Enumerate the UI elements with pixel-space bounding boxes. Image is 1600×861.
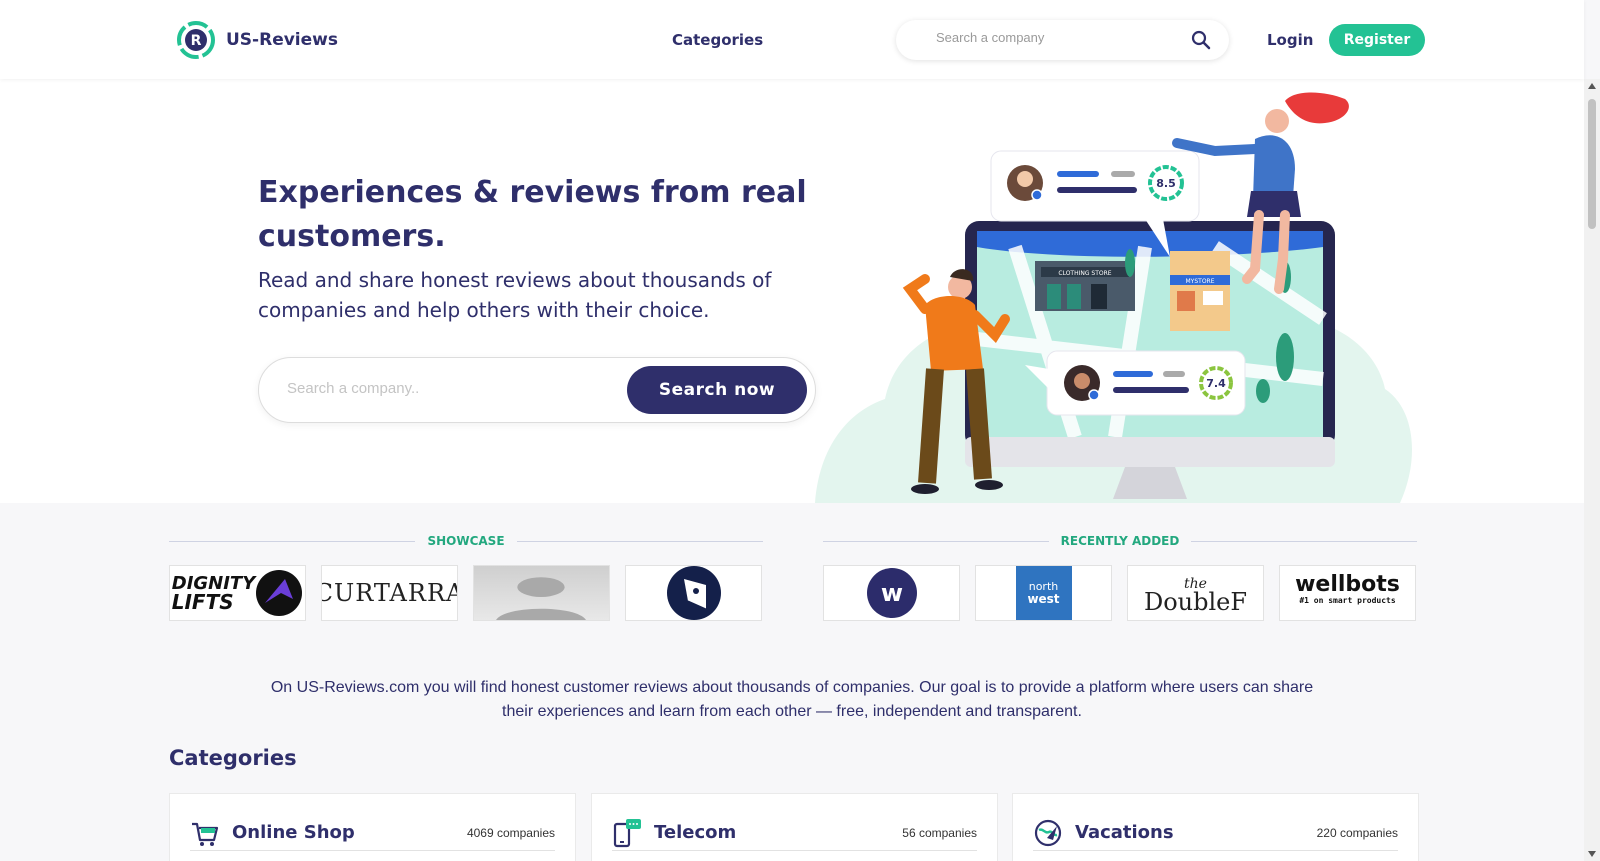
scroll-up-arrow-icon[interactable] xyxy=(1588,83,1596,89)
category-name: Telecom xyxy=(654,822,737,843)
login-link[interactable]: Login xyxy=(1267,31,1313,49)
recent-logo-1[interactable]: w xyxy=(823,565,960,621)
north-west-logo: north west xyxy=(1015,566,1072,620)
wellbots-line1: wellbots xyxy=(1295,572,1400,597)
showcase-logo-2[interactable]: CURTARRA xyxy=(321,565,458,621)
wellbots-line2: #1 on smart products xyxy=(1299,596,1396,605)
category-card-online-shop[interactable]: Online Shop 4069 companies xyxy=(169,793,576,861)
hero-section: Experiences & reviews from real customer… xyxy=(0,79,1584,503)
logo-mark-icon: R xyxy=(177,21,215,59)
category-count: 220 companies xyxy=(1316,826,1398,840)
intro-paragraph: On US-Reviews.com you will find honest c… xyxy=(270,679,1314,720)
logo-letter: R xyxy=(191,33,202,49)
scrollbar-thumb[interactable] xyxy=(1588,99,1596,229)
scroll-down-arrow-icon[interactable] xyxy=(1588,851,1596,857)
shopping-cart-icon xyxy=(192,822,219,846)
dignity-lifts-logo: DIGNITY LIFTS xyxy=(172,569,304,617)
clothing-store-sign: CLOTHING STORE xyxy=(1058,270,1111,277)
showcase-logo-4[interactable] xyxy=(625,565,762,621)
hero-title: Experiences & reviews from real customer… xyxy=(258,175,807,254)
category-count: 56 companies xyxy=(902,826,977,840)
category-divider xyxy=(1033,850,1398,851)
curtarra-logo: CURTARRA xyxy=(321,579,458,607)
hero-search-input[interactable] xyxy=(287,380,607,397)
hero-search-box[interactable]: Search now xyxy=(258,357,816,423)
bird-circle-logo-icon xyxy=(666,566,721,620)
recent-logo-3[interactable]: the DoubleF xyxy=(1127,565,1264,621)
hero-subtitle: Read and share honest reviews about thou… xyxy=(258,268,772,322)
logo[interactable]: R US-Reviews xyxy=(176,20,338,60)
search-icon[interactable] xyxy=(1191,30,1211,50)
hero-illustration: CLOTHING STORE MYSTORE 8.5 7.4 xyxy=(815,92,1412,503)
rating-badge-1: 8.5 xyxy=(1156,177,1176,190)
search-now-button[interactable]: Search now xyxy=(627,366,807,414)
recently-added-label: RECENTLY ADDED xyxy=(1060,534,1180,548)
recent-logo-4[interactable]: wellbots #1 on smart products xyxy=(1279,565,1416,621)
globe-plane-icon xyxy=(1034,819,1062,847)
w-circle-logo-icon: w xyxy=(866,568,917,618)
header-search-box[interactable] xyxy=(896,20,1229,60)
w-circle-letter: w xyxy=(880,579,902,607)
recent-logo-2[interactable]: north west xyxy=(975,565,1112,621)
north-west-line2: west xyxy=(1027,592,1060,606)
showcase-logo-1[interactable]: DIGNITY LIFTS xyxy=(169,565,306,621)
placeholder-avatar-icon xyxy=(496,577,586,620)
site-header: R US-Reviews Categories Login Register xyxy=(0,0,1584,79)
the-double-f-logo: the DoubleF xyxy=(1143,575,1248,616)
rating-badge-2: 7.4 xyxy=(1206,377,1226,390)
category-divider xyxy=(190,850,555,851)
category-card-vacations[interactable]: Vacations 220 companies xyxy=(1012,793,1419,861)
recently-added-heading: RECENTLY ADDED xyxy=(823,534,1417,548)
register-button[interactable]: Register xyxy=(1329,24,1425,56)
showcase-label: SHOWCASE xyxy=(427,534,505,548)
dignity-lifts-emblem-icon xyxy=(256,570,303,616)
logo-text: US-Reviews xyxy=(226,30,338,50)
category-divider xyxy=(612,850,977,851)
wellbots-logo: wellbots #1 on smart products xyxy=(1295,572,1400,609)
page-scrollbar[interactable] xyxy=(1584,79,1600,861)
dignity-lifts-line2: LIFTS xyxy=(171,590,234,614)
categories-heading: Categories xyxy=(169,746,297,770)
phone-chat-icon xyxy=(613,819,641,848)
showcase-heading: SHOWCASE xyxy=(169,534,763,548)
nav-categories-link[interactable]: Categories xyxy=(672,31,763,49)
mystore-sign: MYSTORE xyxy=(1186,278,1215,285)
category-name: Vacations xyxy=(1075,822,1174,843)
double-f-line2: DoubleF xyxy=(1143,588,1248,616)
header-search-input[interactable] xyxy=(936,30,1186,45)
category-name: Online Shop xyxy=(232,822,355,843)
showcase-logo-3[interactable] xyxy=(473,565,610,621)
category-card-telecom[interactable]: Telecom 56 companies xyxy=(591,793,998,861)
category-count: 4069 companies xyxy=(466,826,555,840)
